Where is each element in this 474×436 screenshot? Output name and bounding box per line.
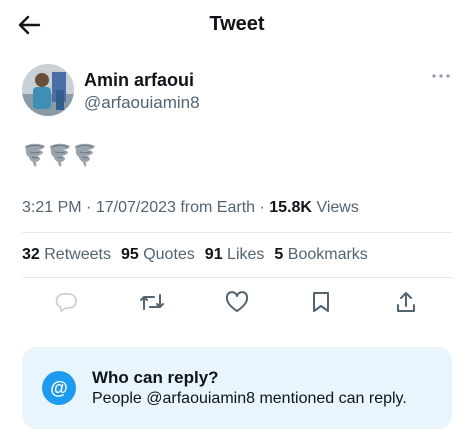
divider <box>22 232 452 233</box>
engagement-stats: 32 Retweets 95 Quotes 91 Likes 5 Bookmar… <box>22 246 368 264</box>
quotes-stat[interactable]: 95 Quotes <box>121 246 195 264</box>
page-title: Tweet <box>209 13 265 35</box>
reply-restriction-text: People @arfaouiamin8 mentioned can reply… <box>92 390 407 407</box>
likes-stat[interactable]: 91 Likes <box>205 246 265 264</box>
bookmarks-label: Bookmarks <box>287 246 368 263</box>
tornado-emoji-icon <box>75 143 95 167</box>
more-options-icon[interactable] <box>430 68 452 84</box>
separator: · <box>259 199 270 216</box>
author-handle: @arfaouiamin8 <box>84 93 200 112</box>
top-bar: Tweet <box>0 0 474 50</box>
share-button[interactable] <box>390 286 422 318</box>
retweet-button[interactable] <box>136 286 168 318</box>
retweets-stat[interactable]: 32 Retweets <box>22 246 111 264</box>
heart-icon <box>225 291 249 312</box>
reply-button[interactable] <box>50 286 82 318</box>
avatar[interactable] <box>22 64 74 116</box>
tweet-content <box>24 143 96 167</box>
separator: · <box>86 199 96 216</box>
reply-restriction-title: Who can reply? <box>92 368 219 387</box>
bookmarks-count: 5 <box>274 246 284 263</box>
views-count: 15.8K <box>269 199 312 216</box>
bookmarks-stat[interactable]: 5 Bookmarks <box>274 246 367 264</box>
likes-label: Likes <box>227 246 265 263</box>
tornado-emoji-icon <box>25 143 45 167</box>
tweet-time[interactable]: 3:21 PM <box>22 199 82 216</box>
tweet-date[interactable]: 17/07/2023 <box>96 199 176 216</box>
like-button[interactable] <box>221 286 253 318</box>
tweet-metadata: 3:21 PM · 17/07/2023 from Earth · 15.8K … <box>22 199 359 217</box>
author-name[interactable]: Amin arfaoui <box>84 70 194 91</box>
bookmark-icon <box>313 292 329 312</box>
retweet-icon <box>140 294 164 310</box>
tweet-author: Amin arfaoui @arfaouiamin8 <box>22 64 452 118</box>
share-icon <box>397 292 415 312</box>
reply-restriction-notice: @ Who can reply? People @arfaouiamin8 me… <box>22 347 452 429</box>
quotes-count: 95 <box>120 246 139 263</box>
retweets-label: Retweets <box>44 246 111 263</box>
at-sign-icon: @ <box>42 371 76 405</box>
divider <box>22 277 452 278</box>
quotes-label: Quotes <box>143 246 195 263</box>
retweets-count: 32 <box>22 246 40 263</box>
bookmark-button[interactable] <box>305 286 337 318</box>
reply-icon <box>55 293 77 312</box>
action-bar <box>22 286 452 318</box>
likes-count: 91 <box>204 246 223 263</box>
tornado-emoji-icon <box>50 143 70 167</box>
tweet-source: from Earth <box>180 199 256 216</box>
views-label: Views <box>316 199 359 216</box>
